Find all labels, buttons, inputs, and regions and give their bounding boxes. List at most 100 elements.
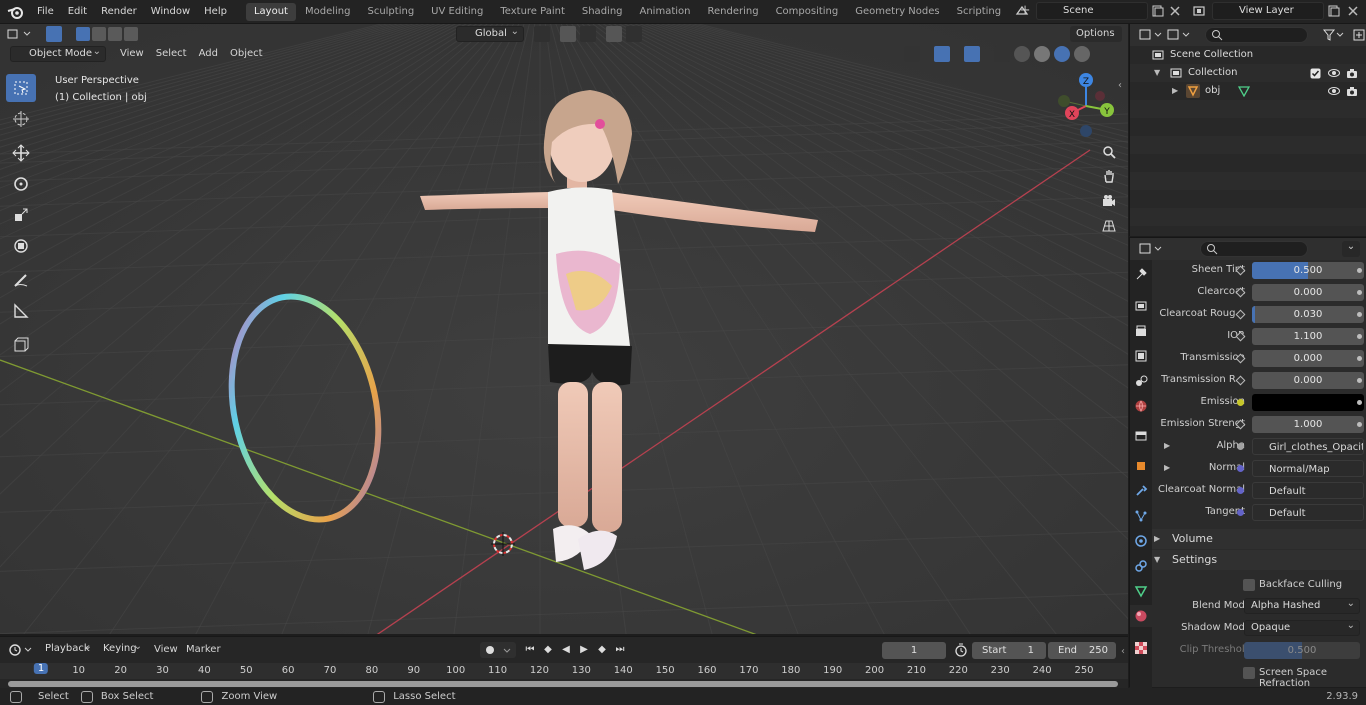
timeline-ruler[interactable]: 1 10 20 30 40 50 60 70 80 90 100 110 120 130 140 150 160…: [0, 663, 1128, 679]
clearcoat-roughness-slider[interactable]: 0.030: [1252, 306, 1364, 323]
xray-icon[interactable]: [994, 46, 1010, 62]
keyframe-icon[interactable]: [1357, 290, 1362, 295]
falloff-icon[interactable]: [626, 26, 642, 42]
texture-properties-icon[interactable]: [1130, 637, 1152, 659]
snap-target-icon[interactable]: [580, 26, 596, 42]
outliner-row-obj[interactable]: ▶ obj: [1130, 82, 1366, 100]
outliner-row-collection[interactable]: ▼ Collection: [1130, 64, 1366, 82]
timeline-editor-icon[interactable]: [8, 642, 34, 658]
keying-menu[interactable]: Keying: [98, 640, 146, 658]
current-frame-field[interactable]: 1: [882, 642, 946, 659]
settings-section-header[interactable]: ▼ Settings: [1152, 550, 1366, 570]
delete-view-layer-icon[interactable]: [1346, 4, 1360, 18]
play-reverse-icon[interactable]: ◀: [558, 642, 574, 658]
outliner-editor-icon[interactable]: [1138, 27, 1164, 43]
new-collection-icon[interactable]: [1352, 28, 1366, 42]
cursor-tool-icon[interactable]: [6, 105, 36, 133]
next-keyframe-icon[interactable]: ◆: [594, 642, 610, 658]
menu-file[interactable]: File: [30, 0, 61, 24]
play-icon[interactable]: ▶: [576, 642, 592, 658]
keyframe-icon[interactable]: [1357, 422, 1362, 427]
sheen-tint-slider[interactable]: 0.500: [1252, 262, 1364, 279]
pan-view-icon[interactable]: [1098, 165, 1120, 187]
tab-shading[interactable]: Shading: [574, 3, 631, 21]
select-subtract-icon[interactable]: [108, 27, 122, 41]
timeline-sidebar-toggle-icon[interactable]: ‹: [1121, 646, 1125, 657]
checkbox-icon[interactable]: [1310, 68, 1321, 79]
material-properties-icon[interactable]: [1130, 605, 1152, 627]
ior-field[interactable]: 1.100: [1252, 328, 1364, 345]
move-tool-icon[interactable]: [6, 139, 36, 167]
3d-viewport[interactable]: Z X Y Global Options Object Mode View: [0, 24, 1128, 634]
camera-render-icon[interactable]: [1346, 68, 1358, 79]
vector-socket-icon[interactable]: [1237, 509, 1244, 516]
new-scene-icon[interactable]: [1150, 4, 1164, 18]
tab-rendering[interactable]: Rendering: [699, 3, 766, 21]
rotate-tool-icon[interactable]: [6, 170, 36, 198]
shadow-mode-dropdown[interactable]: Opaque: [1244, 619, 1360, 636]
emission-color-swatch[interactable]: [1252, 394, 1364, 411]
eye-icon[interactable]: [1328, 68, 1340, 78]
outliner-row-scene-collection[interactable]: Scene Collection: [1130, 46, 1366, 64]
physics-properties-icon[interactable]: [1130, 530, 1152, 552]
ssr-checkbox[interactable]: [1243, 667, 1255, 679]
tab-animation[interactable]: Animation: [632, 3, 699, 21]
properties-editor-icon[interactable]: [1138, 241, 1164, 257]
world-properties-icon[interactable]: [1130, 395, 1152, 417]
rendered-shading-icon[interactable]: [1074, 46, 1090, 62]
particle-properties-icon[interactable]: [1130, 505, 1152, 527]
normal-link-field[interactable]: Normal/Map: [1252, 460, 1364, 477]
snap-icon[interactable]: [560, 26, 576, 42]
options-dropdown[interactable]: Options: [1070, 26, 1122, 42]
proportional-edit-icon[interactable]: [606, 26, 622, 42]
keyframe-icon[interactable]: [1357, 334, 1362, 339]
transform-tool-icon[interactable]: [6, 232, 36, 260]
prev-keyframe-icon[interactable]: ◆: [540, 642, 556, 658]
output-properties-icon[interactable]: [1130, 320, 1152, 342]
transform-orientation-dropdown[interactable]: Global: [456, 25, 524, 42]
tool-properties-icon[interactable]: [1130, 263, 1152, 285]
outliner-search-input[interactable]: [1204, 27, 1309, 43]
select-new-icon[interactable]: [76, 27, 90, 41]
delete-scene-icon[interactable]: [1168, 4, 1182, 18]
material-preview-shading-icon[interactable]: [1054, 46, 1070, 62]
select-box-tool-icon[interactable]: [6, 74, 36, 102]
add-cube-tool-icon[interactable]: [6, 331, 36, 359]
keyframe-icon[interactable]: [1357, 378, 1362, 383]
menu-view[interactable]: View: [114, 46, 150, 62]
menu-window[interactable]: Window: [144, 0, 197, 24]
tab-modeling[interactable]: Modeling: [297, 3, 359, 21]
start-frame-field[interactable]: Start 1: [972, 642, 1046, 659]
backface-culling-checkbox[interactable]: [1243, 579, 1255, 591]
end-frame-field[interactable]: End 250: [1048, 642, 1116, 659]
keyframe-icon[interactable]: [1357, 400, 1362, 405]
tab-sculpting[interactable]: Sculpting: [359, 3, 422, 21]
transmission-roughness-slider[interactable]: 0.000: [1252, 372, 1364, 389]
blender-logo-icon[interactable]: [0, 0, 30, 24]
overlay-toggle-icon[interactable]: [964, 46, 980, 62]
tab-layout[interactable]: Layout: [245, 2, 296, 21]
stopwatch-icon[interactable]: [954, 643, 968, 657]
properties-search-input[interactable]: [1200, 241, 1308, 257]
grey-socket-icon[interactable]: [1237, 443, 1244, 450]
gizmo-toggle-icon[interactable]: [934, 46, 950, 62]
filter-icon[interactable]: [1322, 27, 1346, 43]
camera-render-icon[interactable]: [1346, 86, 1358, 97]
tab-scripting[interactable]: Scripting: [949, 3, 1009, 21]
view-layer-icon[interactable]: [1192, 4, 1206, 18]
volume-section-header[interactable]: ▶ Volume: [1152, 529, 1366, 549]
modifier-properties-icon[interactable]: [1130, 480, 1152, 502]
color-socket-icon[interactable]: [1237, 399, 1244, 406]
display-mode-icon[interactable]: [1166, 27, 1192, 43]
keyframe-icon[interactable]: [1357, 356, 1362, 361]
menu-edit[interactable]: Edit: [61, 0, 94, 24]
tab-compositing[interactable]: Compositing: [768, 3, 847, 21]
tangent-field[interactable]: Default: [1252, 504, 1364, 521]
view-layer-properties-icon[interactable]: [1130, 345, 1152, 367]
scene-properties-icon[interactable]: [1130, 370, 1152, 392]
jump-start-icon[interactable]: ⏮: [522, 642, 538, 658]
mode-dropdown[interactable]: Object Mode: [10, 45, 106, 62]
pivot-point-icon[interactable]: [534, 26, 550, 42]
menu-select[interactable]: Select: [150, 46, 193, 62]
constraint-properties-icon[interactable]: [1130, 555, 1152, 577]
